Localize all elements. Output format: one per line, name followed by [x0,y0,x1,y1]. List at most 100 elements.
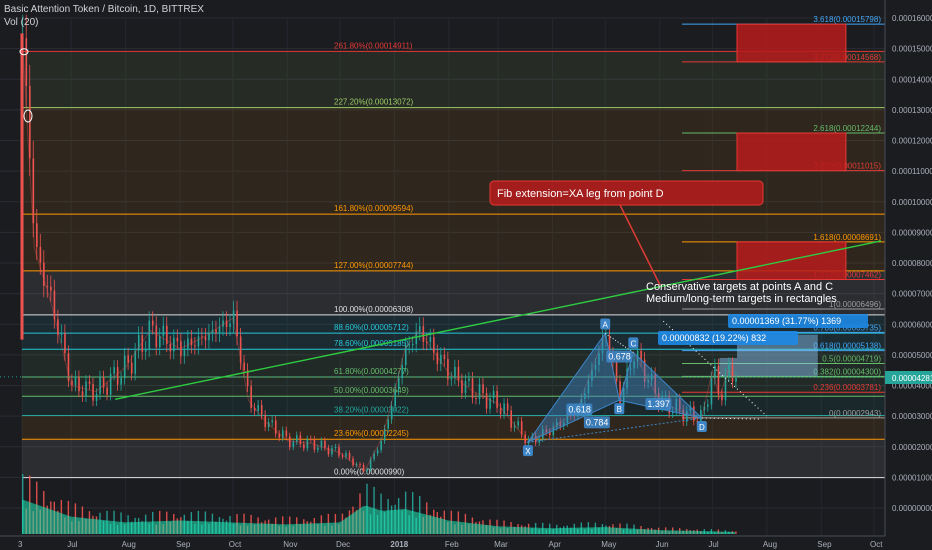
target-rectangle[interactable] [736,241,847,280]
candle-body [387,419,389,429]
candle-body [422,326,425,343]
time-tick-label: Jul [708,540,718,549]
candle-body [50,286,52,291]
candle-body [478,384,481,399]
pattern-point-label: A [603,320,609,329]
candle-body [92,383,94,401]
pattern-point-label: D [699,423,705,432]
candle-body [78,377,80,392]
fib-level-label: 127.00%(0.00007744) [334,261,414,270]
candle-body [39,246,42,263]
price-tick-label: 0.00013000 [892,106,932,115]
candle-body [457,366,460,381]
time-axis-panel[interactable] [0,536,932,550]
price-tick-label: 0.00006000 [892,320,932,329]
candle-body [274,420,277,434]
candle-body [401,365,404,379]
candle-body [640,350,642,360]
candle-body [204,336,207,341]
fib-level-label: 38.20%(0.00003022) [334,405,409,414]
pattern-point-label: B [617,405,622,414]
candle-body [366,469,368,472]
fib-level-label: 100.00%(0.00006308) [334,305,414,314]
price-chart[interactable]: 261.80%(0.00014911) 227.20%(0.00013072) 16… [0,0,932,550]
candle-body [190,338,193,346]
price-tick-label: 0.00012000 [892,137,932,146]
candle-body [144,349,147,352]
time-tick-label: Aug [763,540,777,549]
candle-body [506,403,509,411]
price-tick-label: 0.00016000 [892,14,932,23]
candle-body [707,404,709,407]
candle-body [46,286,49,288]
candle-body [120,378,122,385]
time-tick-label: May [601,540,616,549]
measure-label: 0.00001369 (31.77%) 1369 [732,316,841,326]
candle-body [619,381,621,406]
candle-body [81,391,84,397]
target-rectangle[interactable] [736,132,847,172]
pattern-ratio-label: 1.397 [647,399,670,409]
time-tick-label: Aug [122,540,136,549]
callout-text: Fib extension=XA leg from point D [497,188,664,200]
fib-band [22,396,885,416]
candle-body [159,336,161,348]
price-tick-label: 0.00010000 [892,198,932,207]
candle-body [292,441,295,448]
time-tick-label: Dec [336,540,350,549]
fib-band [22,415,885,440]
candle-body [411,344,414,346]
price-tick-label: 0.00014000 [892,75,932,84]
price-tick-label: 0.00000000 [892,504,932,513]
candle-body [116,367,119,385]
candle-body [475,397,477,399]
candle-body [106,387,108,395]
candle-body [271,420,274,423]
candle-body [310,438,312,440]
volume-indicator-label[interactable]: Vol (20) [4,17,38,28]
volume-bar [735,531,737,534]
candle-body [454,366,456,379]
candle-body [443,354,446,360]
candle-body [317,447,319,450]
candle-body [243,362,245,371]
candle-body [348,453,351,459]
last-price-label: 0.00004281 [892,374,932,383]
fib-level-label: 88.60%(0.00005712) [334,323,409,332]
candle-body [471,378,474,398]
pattern-ratio-label: 0.678 [608,351,631,361]
pattern-ratio-label: 0.618 [568,404,591,414]
symbol-title[interactable]: Basic Attention Token / Bitcoin, 1D, BIT… [4,4,204,15]
candle-body [299,435,302,445]
candle-body [60,333,63,335]
price-tick-label: 0.00008000 [892,259,932,268]
candle-body [257,404,259,411]
candle-body [482,384,484,394]
candle-body [285,430,288,437]
candle-body [169,343,172,352]
price-tick-label: 0.00009000 [892,228,932,237]
fib-ext-label: 0.618(0.00005138) [813,342,881,351]
fib-level-label: 161.80%(0.00009594) [334,204,414,213]
candle-body [485,393,488,409]
candle-body [187,338,189,349]
price-tick-label: 0.00007000 [892,290,932,299]
candle-body [236,310,238,337]
time-tick-label: Nov [283,540,297,549]
price-tick-label: 0.00011000 [892,167,932,176]
price-tick-label: 0.00002000 [892,443,932,452]
fib-ext-label: 2.618(0.00012244) [813,124,881,133]
candle-body [64,333,66,354]
candle-body [197,336,200,347]
target-rectangle[interactable] [736,23,847,63]
candle-body [324,440,326,448]
candle-body [99,377,101,395]
note-line-2: Medium/long-term targets in rectangles [646,293,837,305]
time-tick-label: Apr [549,540,562,549]
candle-body [447,359,449,380]
candle-body [496,391,498,408]
fib-ext-label: 3.618(0.00015798) [813,15,881,24]
fib-ext-label: 1.618(0.00008691) [813,233,881,242]
fib-level-label: 23.60%(0.00002245) [334,429,409,438]
pattern-ratio-label: 0.784 [586,417,609,427]
